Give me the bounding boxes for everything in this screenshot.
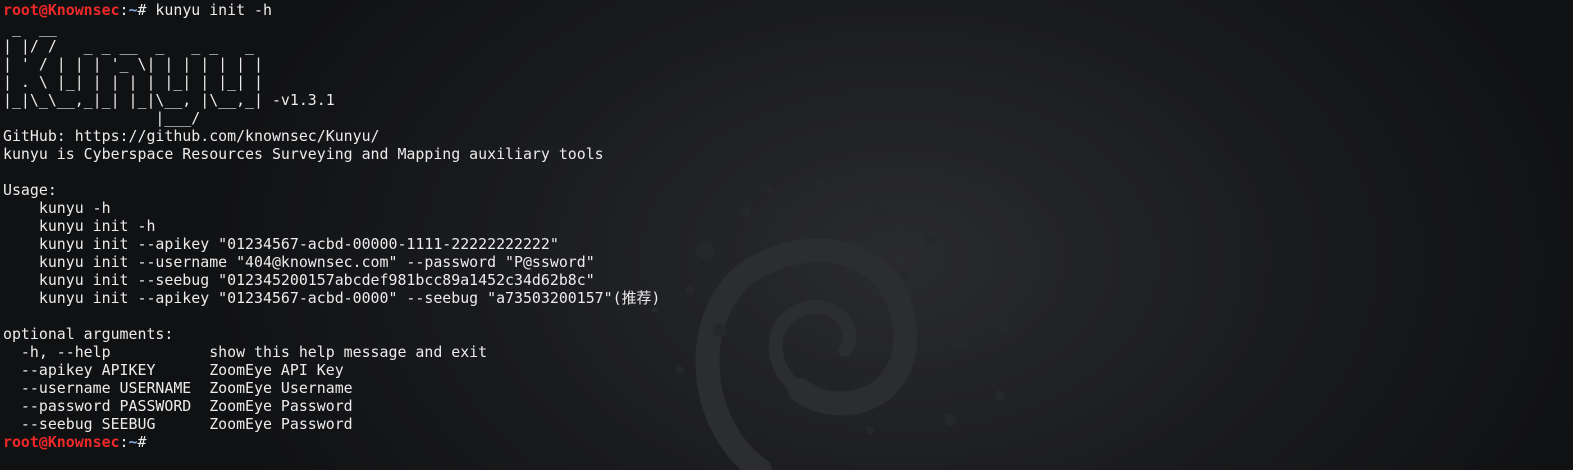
banner-line: _ __ <box>3 19 57 37</box>
usage-header: Usage: <box>3 181 57 199</box>
optional-argument-line: --seebug SEEBUG ZoomEye Password <box>3 415 353 433</box>
prompt-user-host: root@Knownsec <box>3 1 120 19</box>
prompt-line-current[interactable]: root@Knownsec:~# <box>3 433 660 451</box>
optional-argument-line: --password PASSWORD ZoomEye Password <box>3 397 353 415</box>
prompt-colon: : <box>119 1 129 19</box>
usage-line: kunyu -h <box>3 199 111 217</box>
prompt-symbol: # <box>137 433 156 451</box>
banner-line: | ' / | | | '_ \| | | | | | | <box>3 55 263 73</box>
prompt-line: root@Knownsec:~# kunyu init -h <box>3 1 660 19</box>
github-line: GitHub: https://github.com/knownsec/Kuny… <box>3 127 380 145</box>
banner-line: | |/ / _ _ __ _ _ _ _ <box>3 37 255 55</box>
optional-argument-line: --apikey APIKEY ZoomEye API Key <box>3 361 344 379</box>
optional-arguments-header: optional arguments: <box>3 325 174 343</box>
usage-line: kunyu init --seebug "012345200157abcdef9… <box>3 271 595 289</box>
banner-line: | . \ |_| | | | | |_| | |_| | <box>3 73 263 91</box>
terminal-output: root@Knownsec:~# kunyu init -h _ __ | |/… <box>3 1 660 451</box>
banner-line: |___/ <box>3 109 201 127</box>
prompt-symbol: # <box>137 1 156 19</box>
prompt-user-host: root@Knownsec <box>3 433 120 451</box>
banner-line: |_|\_\__,_|_| |_|\__, |\__,_| -v1.3.1 <box>3 91 335 109</box>
usage-line: kunyu init --apikey "01234567-acbd-00000… <box>3 235 559 253</box>
optional-argument-line: --username USERNAME ZoomEye Username <box>3 379 353 397</box>
optional-argument-line: -h, --help show this help message and ex… <box>3 343 488 361</box>
description-line: kunyu is Cyberspace Resources Surveying … <box>3 145 604 163</box>
usage-line: kunyu init -h <box>3 217 156 235</box>
usage-line: kunyu init --username "404@knownsec.com"… <box>3 253 595 271</box>
usage-line: kunyu init --apikey "01234567-acbd-0000"… <box>3 289 661 307</box>
prompt-colon: : <box>119 433 129 451</box>
command-text: kunyu init -h <box>155 1 272 19</box>
